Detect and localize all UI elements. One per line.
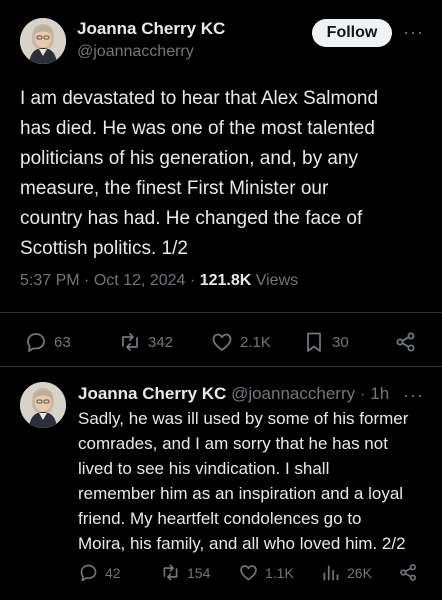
- views-count: 121.8K: [199, 272, 252, 289]
- reply-header: Joanna Cherry KC @joannaccherry · 1h: [78, 384, 389, 404]
- share-button[interactable]: [394, 330, 418, 354]
- repost-icon: [122, 333, 138, 351]
- reply-icon: [80, 564, 97, 582]
- tweet-meta: 5:37 PM · Oct 12, 2024 · 121.8K Views: [20, 272, 298, 290]
- like-count: 1.1K: [265, 564, 294, 581]
- repost-button[interactable]: 154: [160, 562, 210, 583]
- author-handle[interactable]: @joannaccherry: [77, 43, 194, 61]
- heart-icon: [212, 333, 232, 351]
- reply-count: 42: [105, 564, 121, 581]
- views-button[interactable]: 26K: [320, 562, 372, 583]
- repost-count: 154: [187, 564, 211, 581]
- analytics-icon: [323, 565, 339, 581]
- reply-count: 63: [54, 333, 71, 351]
- tweet-time[interactable]: 5:37 PM: [20, 272, 80, 289]
- reply-icon: [27, 333, 45, 352]
- like-button[interactable]: 1.1K: [238, 562, 294, 583]
- share-button[interactable]: [398, 562, 419, 583]
- divider: [0, 312, 442, 313]
- bookmark-icon: [307, 332, 321, 352]
- meta-separator: ·: [189, 272, 196, 289]
- share-icon: [400, 564, 416, 581]
- repost-count: 342: [148, 333, 174, 351]
- reply-button[interactable]: 42: [78, 562, 121, 583]
- meta-separator: ·: [359, 384, 366, 403]
- tweet-age[interactable]: 1h: [370, 384, 389, 403]
- avatar[interactable]: [20, 382, 66, 428]
- reply-text: Sadly, he was ill used by some of his fo…: [78, 409, 409, 553]
- like-count: 2.1K: [240, 333, 271, 351]
- like-button[interactable]: 2.1K: [210, 330, 271, 354]
- tweet-date[interactable]: Oct 12, 2024: [94, 272, 186, 289]
- heart-icon: [240, 565, 257, 581]
- views-count: 26K: [347, 564, 372, 581]
- repost-button[interactable]: 342: [118, 330, 173, 354]
- author-handle[interactable]: @joannaccherry: [231, 384, 355, 403]
- avatar[interactable]: [20, 18, 66, 64]
- follow-button[interactable]: Follow: [312, 19, 392, 47]
- bookmark-button[interactable]: 30: [302, 330, 349, 354]
- share-icon: [396, 332, 415, 352]
- author-name[interactable]: Joanna Cherry KC: [77, 19, 225, 39]
- more-options-icon[interactable]: ···: [403, 22, 424, 43]
- divider: [0, 366, 442, 367]
- more-options-icon[interactable]: ···: [403, 385, 424, 406]
- repost-icon: [163, 564, 178, 581]
- tweet-text: I am devastated to hear that Alex Salmon…: [20, 88, 379, 259]
- views-label: Views: [255, 272, 299, 289]
- bookmark-count: 30: [332, 333, 349, 351]
- meta-separator: ·: [84, 272, 90, 289]
- author-name[interactable]: Joanna Cherry KC: [78, 384, 226, 403]
- reply-button[interactable]: 63: [24, 330, 71, 354]
